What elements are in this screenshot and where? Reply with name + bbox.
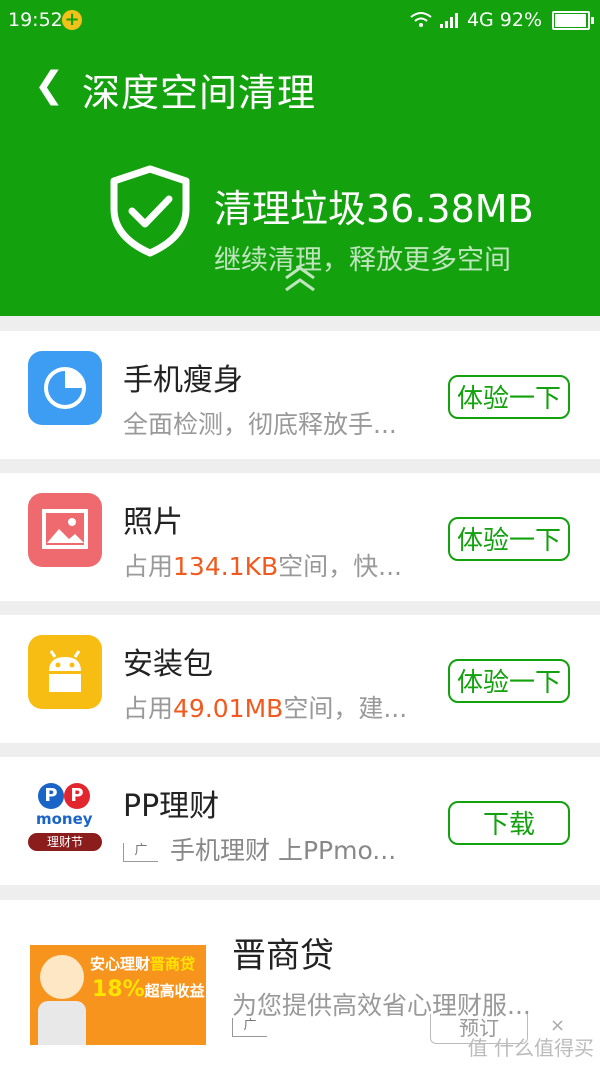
pie-chart-icon bbox=[28, 351, 102, 425]
logo-letter: P bbox=[64, 783, 90, 809]
status-right: 4G 92% bbox=[409, 9, 594, 31]
desc-text: 全面检测，彻底释放手... bbox=[123, 410, 397, 439]
card-desc: 全面检测，彻底释放手... bbox=[123, 405, 397, 441]
battery-icon bbox=[552, 10, 594, 30]
card-title: 照片 bbox=[123, 505, 183, 540]
network-type: 4G bbox=[466, 9, 494, 31]
logo-letter: P bbox=[38, 783, 64, 809]
logo-sub: 理财节 bbox=[28, 833, 102, 851]
try-button[interactable]: 体验一下 bbox=[448, 375, 570, 419]
try-button[interactable]: 体验一下 bbox=[448, 517, 570, 561]
card-desc: 占用134.1KB空间，快... bbox=[123, 547, 402, 583]
ppmoney-logo: P P money 理财节 bbox=[28, 783, 102, 857]
wifi-icon bbox=[410, 12, 432, 27]
desc-text: 空间，建... bbox=[283, 694, 408, 723]
card-photos[interactable]: 照片 占用134.1KB空间，快... 体验一下 bbox=[0, 473, 600, 601]
clean-summary: 清理垃圾36.38MB bbox=[214, 187, 534, 231]
shield-check-icon bbox=[110, 165, 190, 257]
clean-subtitle[interactable]: 继续清理，释放更多空间 bbox=[214, 238, 511, 277]
banner-topbar bbox=[30, 925, 206, 945]
card-phone-slim[interactable]: 手机瘦身 全面检测，彻底释放手... 体验一下 bbox=[0, 331, 600, 459]
image-icon bbox=[28, 493, 102, 567]
card-title: PP理财 bbox=[123, 789, 220, 824]
double-chevron-up-icon[interactable] bbox=[282, 264, 318, 294]
card-desc: 广手机理财 上PPmo... bbox=[123, 831, 396, 867]
banner-character bbox=[40, 955, 84, 999]
banner-rate: 18%超高收益! bbox=[92, 977, 206, 1002]
desc-text: 占用 bbox=[123, 552, 174, 581]
battery-tip bbox=[591, 16, 594, 24]
back-arrow-icon[interactable]: ❮ bbox=[34, 68, 64, 104]
card-title: 安装包 bbox=[123, 647, 213, 682]
banner-character-body bbox=[38, 1001, 86, 1045]
watermark: 值 什么值得买 bbox=[467, 1036, 594, 1060]
card-title: 晋商贷 bbox=[232, 936, 334, 976]
ad-tag: 广 bbox=[123, 842, 158, 862]
ad-banner-image: 安心理财晋商贷 18%超高收益! bbox=[30, 925, 206, 1045]
status-time: 19:52 bbox=[8, 9, 63, 31]
android-icon bbox=[28, 635, 102, 709]
download-button[interactable]: 下载 bbox=[448, 801, 570, 845]
signal-icon bbox=[439, 13, 458, 28]
ad-tag: 广 bbox=[232, 1018, 267, 1037]
header: 19:52 + 4G 92% ❮ 深度空间清理 清理垃圾36.38MB 继续清理… bbox=[0, 0, 600, 316]
status-bar: 19:52 + 4G 92% bbox=[0, 0, 600, 44]
battery-percent: 92% bbox=[499, 9, 542, 31]
notification-plus-icon: + bbox=[62, 10, 82, 30]
ad-ppmoney[interactable]: P P money 理财节 PP理财 广手机理财 上PPmo... 下载 bbox=[0, 757, 600, 885]
logo-word: money bbox=[36, 810, 93, 828]
size-highlight: 134.1KB bbox=[173, 552, 279, 581]
page-title: 深度空间清理 bbox=[82, 71, 317, 115]
desc-text: 占用 bbox=[123, 694, 174, 723]
card-title: 手机瘦身 bbox=[123, 363, 243, 398]
try-button[interactable]: 体验一下 bbox=[448, 659, 570, 703]
desc-text: 手机理财 上PPmo... bbox=[170, 836, 397, 865]
card-desc: 占用49.01MB空间，建... bbox=[123, 689, 407, 725]
banner-text: 安心理财晋商贷 bbox=[90, 955, 196, 973]
card-apk[interactable]: 安装包 占用49.01MB空间，建... 体验一下 bbox=[0, 615, 600, 743]
desc-text: 空间，快... bbox=[278, 552, 402, 581]
size-highlight: 49.01MB bbox=[173, 694, 284, 723]
nav-bar: ❮ 深度空间清理 bbox=[0, 58, 600, 118]
battery-fill bbox=[555, 13, 587, 27]
